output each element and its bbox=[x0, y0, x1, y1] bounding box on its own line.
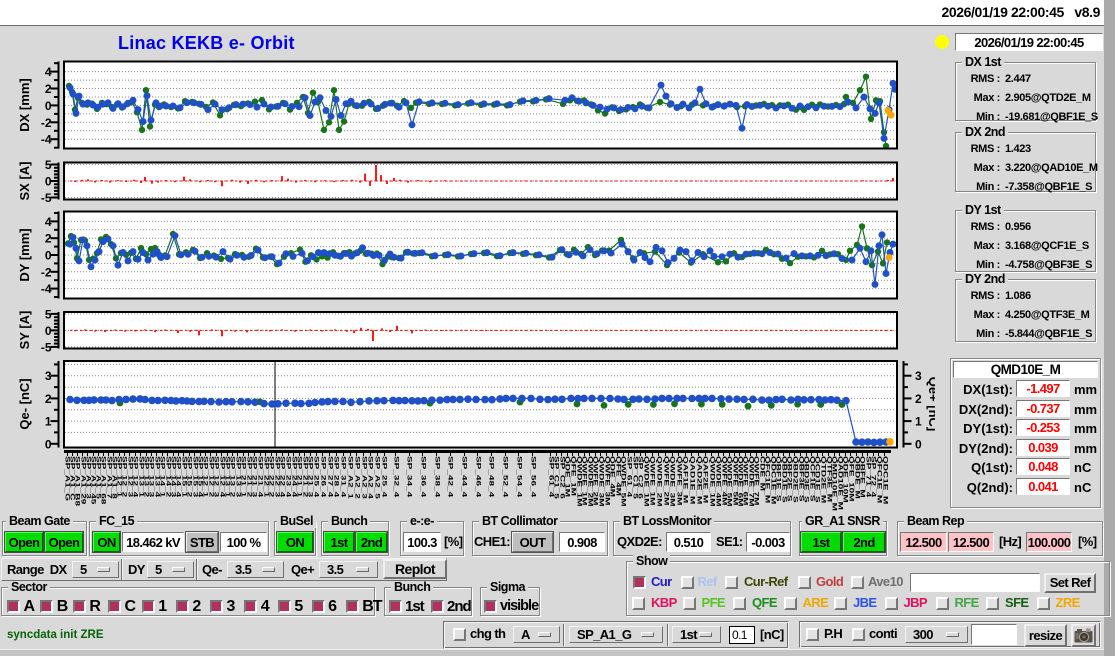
svg-text:4: 4 bbox=[45, 65, 52, 79]
svg-text:0: 0 bbox=[45, 99, 52, 113]
svg-text:Qe- [nC]: Qe- [nC] bbox=[17, 378, 32, 429]
svg-text:0: 0 bbox=[45, 249, 52, 263]
svg-text:-2: -2 bbox=[41, 265, 52, 279]
svg-text:DX [mm]: DX [mm] bbox=[17, 78, 32, 131]
svg-text:2: 2 bbox=[45, 232, 52, 246]
svg-text:1: 1 bbox=[915, 415, 922, 429]
svg-text:0: 0 bbox=[45, 324, 52, 338]
svg-text:0: 0 bbox=[915, 437, 922, 451]
svg-text:5: 5 bbox=[45, 158, 52, 172]
svg-text:DY [mm]: DY [mm] bbox=[17, 228, 32, 281]
svg-text:SY [A]: SY [A] bbox=[17, 311, 32, 350]
svg-text:3: 3 bbox=[45, 369, 52, 383]
svg-text:5: 5 bbox=[45, 307, 52, 321]
svg-text:SX [A]: SX [A] bbox=[17, 162, 32, 201]
svg-text:0: 0 bbox=[45, 175, 52, 189]
svg-text:Qe+ [nC]: Qe+ [nC] bbox=[926, 377, 935, 432]
svg-text:2: 2 bbox=[915, 392, 922, 406]
svg-text:-4: -4 bbox=[41, 282, 52, 296]
svg-text:0: 0 bbox=[45, 437, 52, 451]
svg-text:2: 2 bbox=[45, 392, 52, 406]
svg-text:4: 4 bbox=[45, 215, 52, 229]
svg-text:-5: -5 bbox=[41, 340, 52, 354]
svg-text:-4: -4 bbox=[41, 133, 52, 147]
svg-text:1: 1 bbox=[45, 415, 52, 429]
svg-text:3: 3 bbox=[915, 369, 922, 383]
svg-text:-2: -2 bbox=[41, 116, 52, 130]
svg-text:2: 2 bbox=[45, 82, 52, 96]
svg-text:-5: -5 bbox=[41, 191, 52, 205]
